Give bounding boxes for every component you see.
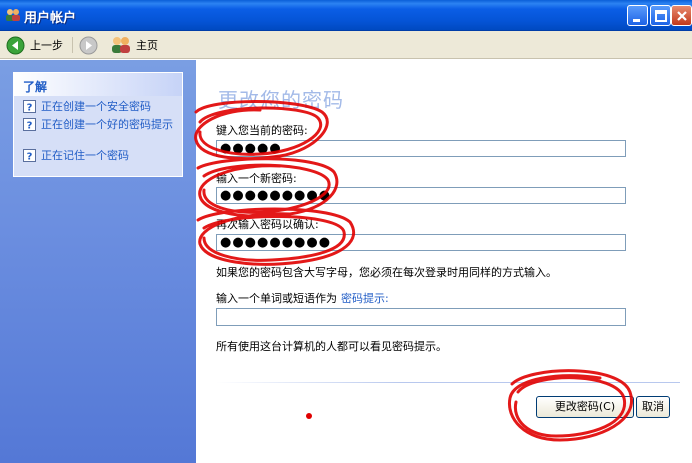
password-hint-prompt: 输入一个单词或短语作为 [216,292,337,305]
left-task-pane: 了解 ? 正在创建一个安全密码 ? 正在创建一个好的密码提示 ? 正在记住一个密… [0,60,196,463]
learn-link-good-hint[interactable]: ? 正在创建一个好的密码提示 [23,118,178,131]
confirm-password-field[interactable]: ●●●●●●●●● [216,234,626,251]
main-content: 更改您的密码 键入您当前的密码: ●●●●● 输入一个新密码: ●●●●●●●●… [196,60,692,463]
change-password-button[interactable]: 更改密码(C) [536,396,634,418]
case-sensitivity-note: 如果您的密码包含大写字母，您必须在每次登录时用同样的方式输入。 [216,266,557,279]
back-arrow-icon [6,36,25,54]
help-icon: ? [23,100,36,113]
password-hint-link[interactable]: 密码提示: [341,292,389,305]
minimize-icon [633,19,640,22]
learn-link-label: 正在创建一个好的密码提示 [41,118,173,131]
learn-link-label: 正在记住一个密码 [41,149,129,162]
learn-link-remember-password[interactable]: ? 正在记住一个密码 [23,149,129,162]
back-button[interactable]: 上一步 [6,35,63,55]
maximize-button[interactable] [650,5,671,26]
forward-button[interactable] [79,35,98,55]
toolbar: 上一步 主页 [0,31,692,59]
svg-text:?: ? [27,121,33,132]
help-icon: ? [23,149,36,162]
current-password-field[interactable]: ●●●●● [216,140,626,157]
learn-link-secure-password[interactable]: ? 正在创建一个安全密码 [23,100,151,113]
new-password-label: 输入一个新密码: [216,172,297,185]
back-label: 上一步 [30,39,63,52]
home-button[interactable]: 主页 [111,35,158,55]
home-users-icon [112,37,130,53]
close-button[interactable] [671,5,692,26]
help-icon: ? [23,118,36,131]
svg-text:?: ? [27,103,33,114]
svg-text:?: ? [27,152,33,163]
password-hint-label: 输入一个单词或短语作为 密码提示: [216,290,389,306]
maximize-icon [655,10,667,22]
confirm-password-label: 再次输入密码以确认: [216,218,319,231]
new-password-field[interactable]: ●●●●●●●●● [216,187,626,204]
title-bar: 用户帐户 [0,0,692,31]
toolbar-separator [72,37,73,53]
learn-link-label: 正在创建一个安全密码 [41,100,151,113]
home-label: 主页 [136,39,158,52]
forward-arrow-icon [79,36,98,54]
page-title: 更改您的密码 [218,88,344,112]
minimize-button[interactable] [627,5,648,26]
password-hint-field[interactable] [216,308,626,326]
close-icon [677,11,687,21]
divider [216,382,680,383]
user-accounts-icon [6,9,20,21]
learn-header: 了解 [14,73,182,96]
learn-about-box: 了解 ? 正在创建一个安全密码 ? 正在创建一个好的密码提示 ? 正在记住一个密… [13,72,183,177]
cancel-button[interactable]: 取消 [636,396,670,418]
current-password-label: 键入您当前的密码: [216,124,308,137]
window-title: 用户帐户 [24,11,77,26]
hint-visibility-note: 所有使用这台计算机的人都可以看见密码提示。 [216,340,447,353]
